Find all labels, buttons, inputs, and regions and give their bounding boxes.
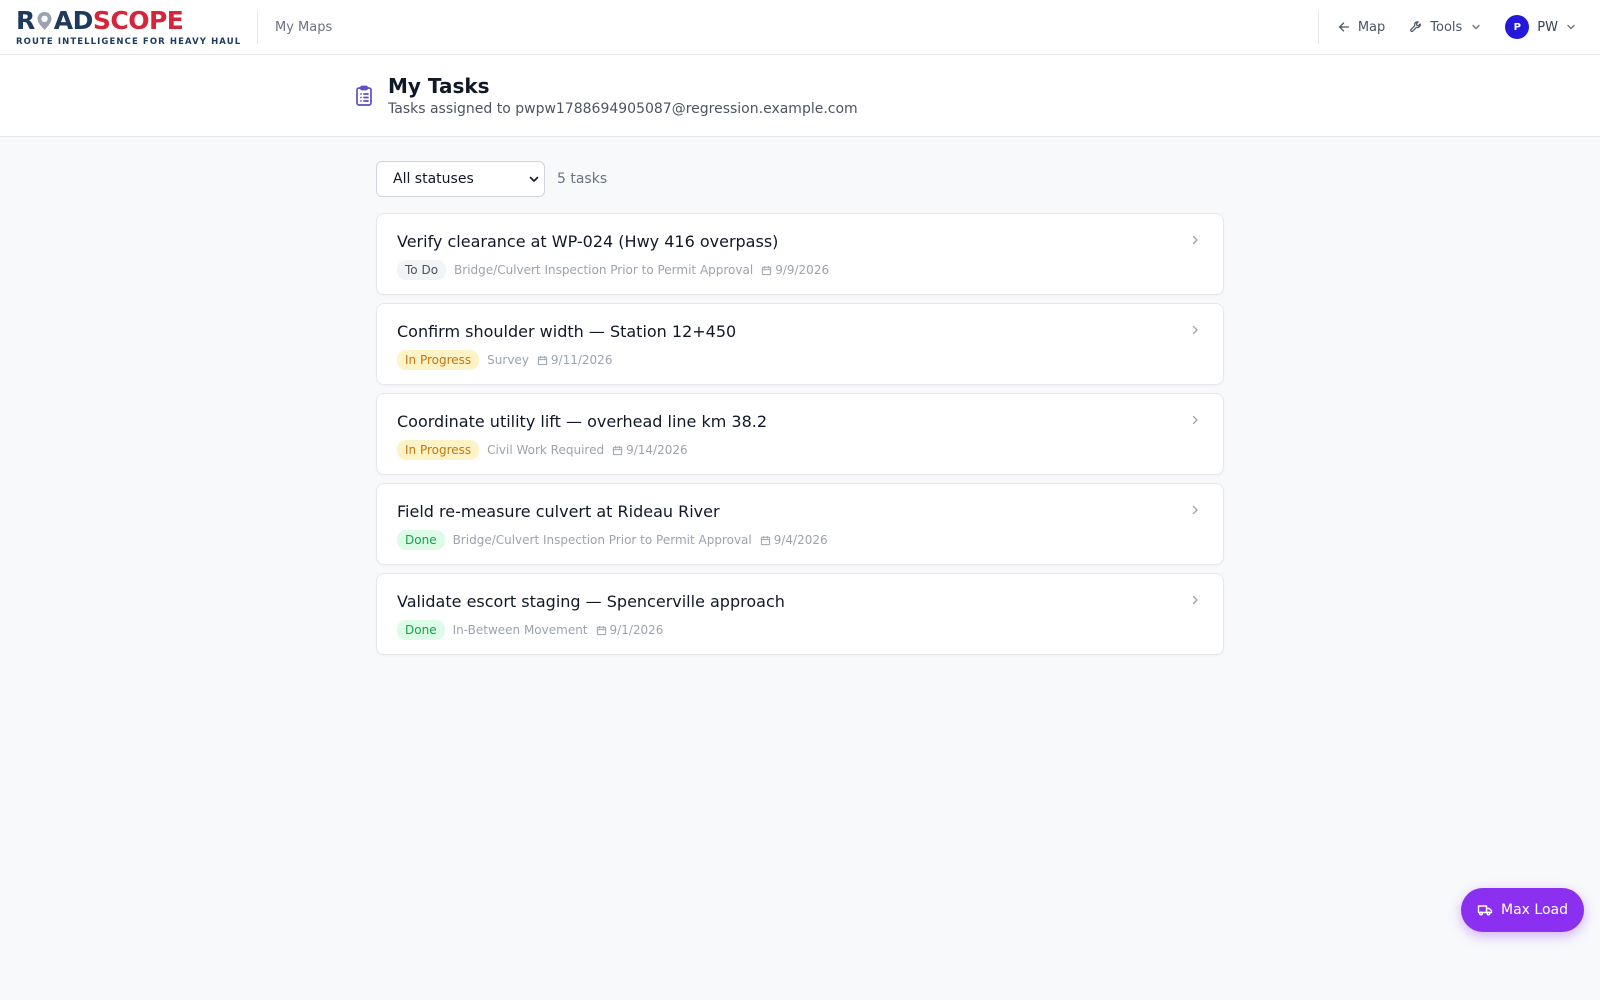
task-due-date: 9/11/2026 <box>537 353 613 367</box>
clipboard-list-icon <box>356 85 372 106</box>
chevron-right-icon <box>1192 235 1198 245</box>
chevron-down-icon <box>529 176 539 182</box>
page-heading: My Tasks Tasks assigned to pwpw178869490… <box>388 74 858 117</box>
task-list-container: All statuses 5 tasks Verify clearance at… <box>376 161 1224 663</box>
task-title: Confirm shoulder width — Station 12+450 <box>397 322 737 341</box>
task-title: Verify clearance at WP-024 (Hwy 416 over… <box>397 232 779 251</box>
logo-wordmark: R AD SCOPE <box>16 5 242 35</box>
map-button-label: Map <box>1357 19 1386 35</box>
calendar-icon <box>612 445 623 455</box>
task-date-text: 9/1/2026 <box>609 623 664 637</box>
filter-bar: All statuses 5 tasks <box>376 161 1224 197</box>
task-card[interactable]: Coordinate utility lift — overhead line … <box>376 393 1224 475</box>
nav-divider <box>257 10 258 44</box>
task-type: In-Between Movement <box>452 623 588 637</box>
task-due-date: 9/1/2026 <box>596 623 664 637</box>
map-button[interactable]: Map <box>1337 20 1385 35</box>
task-due-date: 9/4/2026 <box>760 533 828 547</box>
status-badge: Done <box>397 530 445 550</box>
topbar-right: Map Tools P PW <box>1317 0 1584 54</box>
task-meta: In Progress Survey 9/11/2026 <box>397 350 1203 370</box>
logo-tagline: ROUTE INTELLIGENCE FOR HEAVY HAUL <box>16 36 242 47</box>
arrow-left-icon <box>1338 22 1349 32</box>
task-card[interactable]: Field re-measure culvert at Rideau River… <box>376 483 1224 565</box>
page-subtitle: Tasks assigned to pwpw1788694905087@regr… <box>388 101 858 117</box>
status-filter-value: All statuses <box>393 171 474 187</box>
task-type: Civil Work Required <box>487 443 605 457</box>
top-nav: R AD SCOPE ROUTE INTELLIGENCE FOR HEAVY … <box>0 0 1600 55</box>
task-due-date: 9/9/2026 <box>761 263 829 277</box>
task-meta: In Progress Civil Work Required 9/14/202… <box>397 440 1203 460</box>
task-type: Survey <box>487 353 529 367</box>
page-title: My Tasks <box>388 74 490 98</box>
task-meta: Done In-Between Movement 9/1/2026 <box>397 620 1203 640</box>
status-filter-select[interactable]: All statuses <box>376 161 545 197</box>
task-date-text: 9/9/2026 <box>775 263 830 277</box>
logo-letter-r: R <box>16 5 35 35</box>
chevron-down-icon <box>1472 24 1480 30</box>
task-due-date: 9/14/2026 <box>612 443 688 457</box>
task-date-text: 9/11/2026 <box>550 353 613 367</box>
logo-scope: SCOPE <box>92 5 184 35</box>
max-load-button[interactable]: Max Load <box>1461 888 1584 932</box>
tools-label: Tools <box>1430 19 1463 35</box>
user-menu[interactable]: P PW <box>1505 15 1576 39</box>
nav-divider-right <box>1317 10 1319 44</box>
max-load-label: Max Load <box>1501 902 1568 918</box>
task-date-text: 9/14/2026 <box>626 443 688 457</box>
task-card[interactable]: Verify clearance at WP-024 (Hwy 416 over… <box>376 213 1224 295</box>
page-header: My Tasks Tasks assigned to pwpw178869490… <box>0 55 1600 137</box>
status-badge: In Progress <box>397 350 480 370</box>
status-badge: To Do <box>397 260 447 280</box>
my-maps-link[interactable]: My Maps <box>275 20 332 35</box>
task-card[interactable]: Validate escort staging — Spencerville a… <box>376 573 1224 655</box>
task-meta: Done Bridge/Culvert Inspection Prior to … <box>397 530 1203 550</box>
user-initials: PW <box>1537 19 1558 35</box>
logo-road: AD <box>53 5 94 35</box>
chevron-right-icon <box>1192 325 1198 335</box>
task-meta: To Do Bridge/Culvert Inspection Prior to… <box>397 260 1203 280</box>
truck-icon <box>1477 905 1493 916</box>
task-type: Bridge/Culvert Inspection Prior to Permi… <box>452 533 752 547</box>
status-badge: Done <box>397 620 445 640</box>
task-title: Validate escort staging — Spencerville a… <box>397 592 785 611</box>
chevron-right-icon <box>1192 415 1198 425</box>
wrench-icon <box>1410 21 1422 33</box>
calendar-icon <box>762 265 772 275</box>
status-badge: In Progress <box>397 440 480 460</box>
avatar: P <box>1505 15 1530 39</box>
task-date-text: 9/4/2026 <box>773 533 828 547</box>
task-list: Verify clearance at WP-024 (Hwy 416 over… <box>376 213 1224 655</box>
tools-menu-button[interactable]: Tools <box>1409 20 1481 35</box>
roadscope-logo[interactable]: R AD SCOPE ROUTE INTELLIGENCE FOR HEAVY … <box>16 5 242 47</box>
chevron-right-icon <box>1192 505 1198 515</box>
calendar-icon <box>760 535 770 545</box>
map-pin-icon <box>37 11 52 30</box>
calendar-icon <box>596 625 606 635</box>
task-title: Field re-measure culvert at Rideau River <box>397 502 720 521</box>
calendar-icon <box>537 355 548 365</box>
task-type: Bridge/Culvert Inspection Prior to Permi… <box>454 263 754 277</box>
chevron-right-icon <box>1192 595 1198 605</box>
task-title: Coordinate utility lift — overhead line … <box>397 412 768 431</box>
chevron-down-icon <box>1567 24 1575 30</box>
task-card[interactable]: Confirm shoulder width — Station 12+450 … <box>376 303 1224 385</box>
task-count: 5 tasks <box>557 171 608 187</box>
